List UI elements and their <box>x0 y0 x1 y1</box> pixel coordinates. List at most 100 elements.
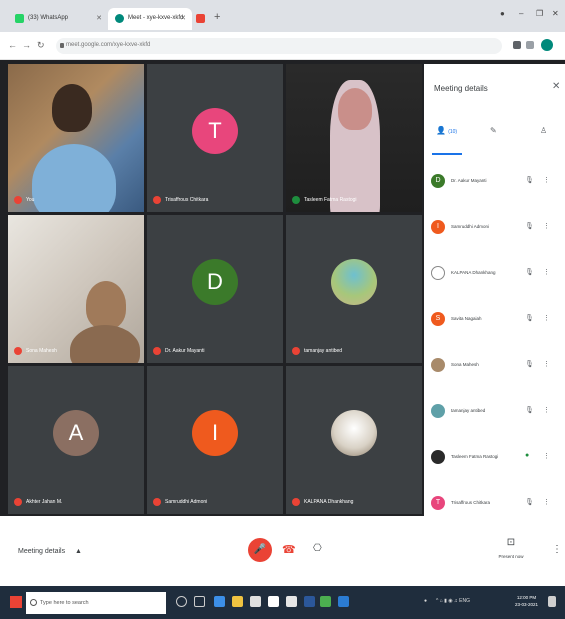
list-item[interactable]: S Savita Nagaiah 🎙 ⋮ <box>424 302 565 348</box>
task-view-icon[interactable] <box>194 596 205 607</box>
mic-off-icon[interactable]: 🎙 <box>525 268 534 276</box>
whatsapp-icon <box>15 14 24 23</box>
minimize-icon[interactable]: – <box>519 9 523 18</box>
participant-name: Dr. Aakur Mayanti <box>153 347 204 355</box>
mic-off-icon <box>153 196 161 204</box>
participant-tile[interactable]: D Dr. Aakur Mayanti <box>147 215 283 363</box>
more-options-icon[interactable]: ⋮ <box>543 406 550 414</box>
mic-off-icon[interactable]: 🎙 <box>525 222 534 230</box>
participant-tile[interactable]: T Trisaffrous Chitkara <box>147 64 283 212</box>
present-now-button[interactable]: ⊡ Present now <box>496 532 526 559</box>
participant-tile[interactable]: You <box>8 64 144 212</box>
word-icon[interactable] <box>304 596 315 607</box>
taskbar: Type here to search ● ^ ⌂ ▮ ◉ ♫ ENG 12:0… <box>0 586 565 619</box>
tab-gmail[interactable] <box>192 8 212 30</box>
end-call-button[interactable]: ☎ <box>282 543 296 556</box>
windows-start-icon[interactable] <box>10 596 22 608</box>
participant-name: Sona Mahesh <box>14 347 57 355</box>
speaking-icon[interactable]: ● <box>525 452 529 459</box>
camera-indicator-icon[interactable] <box>513 41 521 49</box>
more-options-icon[interactable]: ⋮ <box>543 222 550 230</box>
participant-video-head <box>338 88 372 130</box>
shapes-icon: ♙ <box>540 126 548 135</box>
chevron-up-icon[interactable]: ▲ <box>75 548 82 555</box>
person-icon[interactable]: ● <box>424 598 427 604</box>
more-options-icon[interactable]: ⋮ <box>552 544 562 555</box>
more-options-icon[interactable]: ⋮ <box>543 314 550 322</box>
tab-label: (33) WhatsApp <box>28 15 69 21</box>
mic-off-icon[interactable]: 🎙 <box>525 360 534 368</box>
camera-toggle-button[interactable]: ⎔ <box>313 543 322 554</box>
reload-icon[interactable]: ↻ <box>37 40 45 51</box>
more-options-icon[interactable]: ⋮ <box>543 268 550 276</box>
tab-people[interactable]: 👤 (10) <box>436 126 457 138</box>
avatar: D <box>192 259 238 305</box>
notification-icon[interactable] <box>548 596 556 607</box>
chrome-icon[interactable] <box>320 596 331 607</box>
list-item[interactable]: D Dr. Aakur Mayanti 🎙 ⋮ <box>424 164 565 210</box>
participant-video-body <box>70 325 140 363</box>
mic-off-icon[interactable]: 🎙 <box>525 176 534 184</box>
cortana-icon[interactable] <box>176 596 187 607</box>
participant-tile[interactable]: KALPANA Dhankhang <box>286 366 422 514</box>
more-options-icon[interactable]: ⋮ <box>543 360 550 368</box>
list-item[interactable]: I Samruddhi Admoni 🎙 ⋮ <box>424 210 565 256</box>
app-icon[interactable] <box>338 596 349 607</box>
close-tab-icon[interactable]: ✕ <box>180 14 186 22</box>
participant-tile[interactable]: Tasleem Fatma Rastogi <box>286 64 422 212</box>
mic-off-icon[interactable]: 🎙 <box>525 314 534 322</box>
mic-off-icon[interactable]: 🎙 <box>525 498 534 506</box>
mic-off-icon[interactable]: 🎙 <box>525 406 534 414</box>
list-item[interactable]: tamanjay antibed 🎙 ⋮ <box>424 394 565 440</box>
participant-grid: You T Trisaffrous Chitkara Tasleem Fatma… <box>8 64 422 516</box>
close-icon[interactable]: ✕ <box>552 81 560 92</box>
participant-name: Dr. Aakur Mayanti <box>451 178 487 183</box>
taskbar-search-input[interactable]: Type here to search <box>26 592 166 614</box>
people-icon: 👤 <box>436 126 446 135</box>
search-placeholder: Type here to search <box>40 600 89 606</box>
url-field[interactable]: meet.google.com/xye-kxve-xkfd <box>56 38 502 54</box>
participant-tile[interactable]: Sona Mahesh <box>8 215 144 363</box>
avatar <box>431 266 445 280</box>
tab-activities[interactable]: ♙ <box>540 126 547 138</box>
participant-tile[interactable]: tamanjay antibed <box>286 215 422 363</box>
system-tray-icons[interactable]: ^ ⌂ ▮ ◉ ♫ ENG <box>436 598 470 604</box>
back-icon[interactable]: ← <box>8 40 17 50</box>
mic-on-icon <box>292 196 300 204</box>
participant-name: Sona Mahesh <box>451 362 479 367</box>
clock[interactable]: 12:00 PM 23-03-2021 <box>515 594 538 608</box>
tab-meet[interactable]: Meet - xye-kxve-xkfd ✕ <box>108 8 192 30</box>
close-tab-icon[interactable]: ✕ <box>96 14 102 22</box>
participant-tile[interactable]: A Akhter Jahan M. <box>8 366 144 514</box>
meeting-details-button[interactable]: Meeting details <box>18 548 65 555</box>
participant-video-head <box>86 281 126 329</box>
list-item[interactable]: KALPANA Dhankhang 🎙 ⋮ <box>424 256 565 302</box>
meeting-controls-bar: Meeting details ▲ 🎤 ☎ ⎔ ⊡ Present now ⋮ <box>0 516 565 586</box>
avatar <box>431 450 445 464</box>
star-icon[interactable] <box>526 41 534 49</box>
avatar: T <box>431 496 445 510</box>
list-item[interactable]: Tasleem Fatma Rastogi ● ⋮ <box>424 440 565 486</box>
mail-icon[interactable] <box>268 596 279 607</box>
avatar[interactable] <box>541 39 553 51</box>
participant-tile[interactable]: I Samruddhi Admoni <box>147 366 283 514</box>
list-item[interactable]: Sona Mahesh 🎙 ⋮ <box>424 348 565 394</box>
forward-icon[interactable]: → <box>22 40 31 50</box>
store-icon[interactable] <box>250 596 261 607</box>
participant-name: Savita Nagaiah <box>451 316 482 321</box>
profile-dot-icon[interactable]: ● <box>500 9 505 18</box>
mic-toggle-button[interactable]: 🎤 <box>248 538 272 562</box>
edge-icon[interactable] <box>214 596 225 607</box>
participant-video-head <box>52 84 92 132</box>
maximize-icon[interactable]: ❐ <box>536 9 543 18</box>
tab-whatsapp[interactable]: (33) WhatsApp ✕ <box>8 8 108 30</box>
tab-chat[interactable]: ✎ <box>490 126 497 138</box>
new-tab-button[interactable]: + <box>214 11 220 23</box>
file-explorer-icon[interactable] <box>232 596 243 607</box>
more-options-icon[interactable]: ⋮ <box>543 498 550 506</box>
more-options-icon[interactable]: ⋮ <box>543 176 550 184</box>
more-options-icon[interactable]: ⋮ <box>543 452 550 460</box>
app-icon[interactable] <box>286 596 297 607</box>
close-window-icon[interactable]: ✕ <box>552 9 559 18</box>
participant-name: KALPANA Dhankhang <box>292 498 353 506</box>
